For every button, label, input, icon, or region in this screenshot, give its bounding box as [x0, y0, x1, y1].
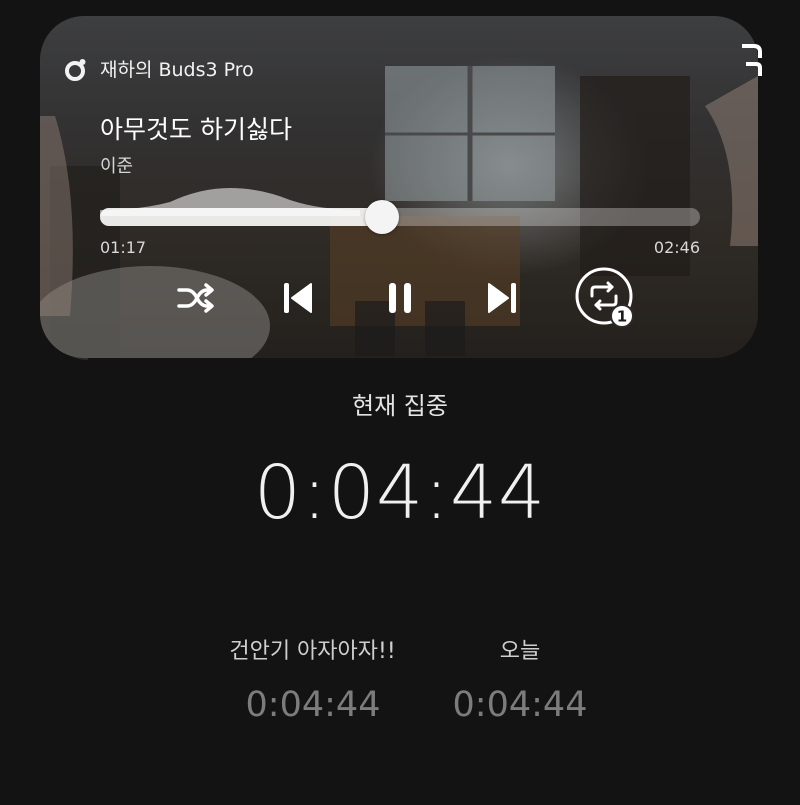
seek-progress [100, 208, 382, 226]
pause-button[interactable] [372, 270, 428, 326]
seek-bar[interactable] [100, 180, 700, 240]
today-label: 오늘 [499, 639, 541, 664]
output-device[interactable]: 재하의 Buds3 Pro [62, 55, 254, 82]
device-name: 재하의 Buds3 Pro [100, 59, 254, 81]
today-time: 0:04:44 [452, 685, 588, 725]
edge-partial-icon [742, 44, 762, 76]
current-focus-timer: 0:04:44 [253, 450, 547, 536]
previous-button[interactable] [270, 270, 326, 326]
seek-thumb[interactable] [365, 200, 399, 234]
total-duration: 02:46 [653, 238, 700, 257]
skip-next-icon [488, 283, 516, 313]
artist-name: 이준 [100, 156, 134, 177]
earbuds-icon [65, 58, 86, 81]
pause-icon [389, 283, 411, 313]
repeat-button[interactable]: 1 [574, 266, 638, 330]
shuffle-icon [177, 283, 214, 313]
song-title: 아무것도 하기싫다 [100, 115, 292, 144]
next-button[interactable] [474, 270, 530, 326]
goal-label: 건안기 아자아자!! [229, 639, 396, 664]
goal-time: 0:04:44 [245, 685, 381, 725]
shuffle-button[interactable] [167, 270, 223, 326]
repeat-badge: 1 [617, 308, 627, 326]
repeat-one-icon: 1 [575, 267, 634, 328]
elapsed-time: 01:17 [100, 238, 147, 257]
skip-previous-icon [284, 283, 312, 313]
current-focus-label: 현재 집중 [352, 392, 448, 420]
